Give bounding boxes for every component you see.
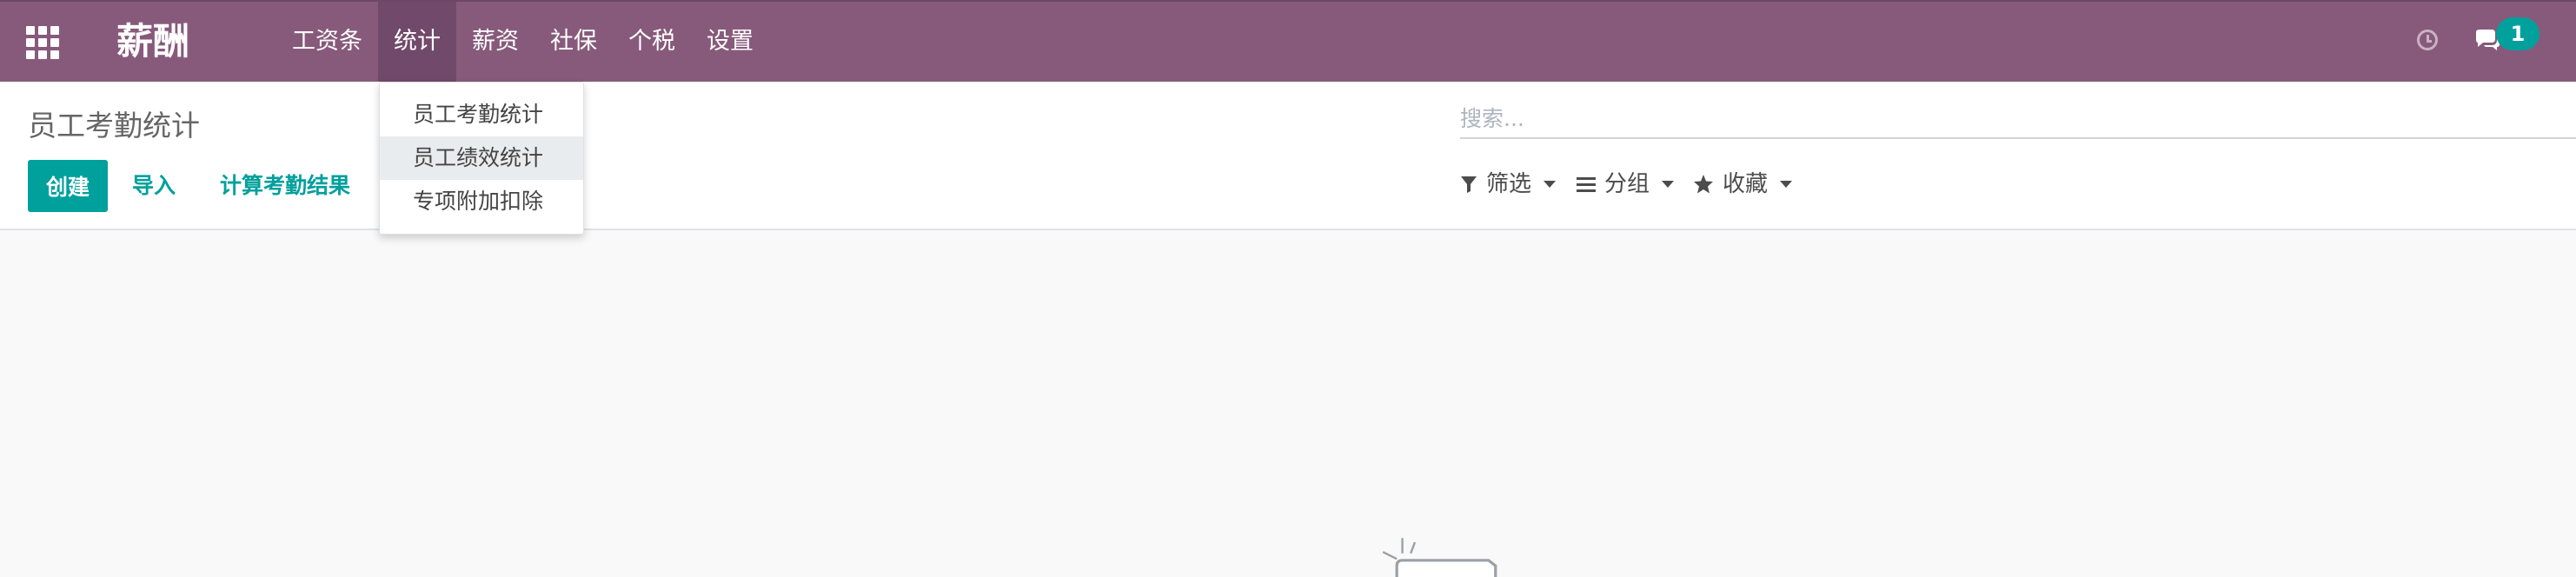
empty-folder-illustration: [1382, 538, 1497, 577]
menu-item-social-security[interactable]: 社保: [534, 2, 613, 82]
caret-down-icon: [1780, 181, 1793, 188]
main-menu: 工资条 统计 薪资 社保 个税 设置: [276, 2, 769, 82]
dropdown-item-attendance-stats[interactable]: 员工考勤统计: [380, 93, 583, 136]
menu-item-statistics[interactable]: 统计: [378, 2, 456, 82]
caret-down-icon: [1662, 181, 1675, 188]
import-button[interactable]: 导入: [132, 160, 176, 212]
dropdown-item-special-deductions[interactable]: 专项附加扣除: [380, 180, 583, 223]
top-navbar: 薪酬 工资条 统计 薪资 社保 个税 设置 1: [0, 0, 2576, 82]
message-count-badge[interactable]: 1: [2496, 17, 2539, 50]
favorites-label: 收藏: [1723, 171, 1769, 197]
filter-icon: [1461, 176, 1477, 193]
statistics-dropdown-menu: 员工考勤统计 员工绩效统计 专项附加扣除: [379, 82, 584, 235]
group-by-label: 分组: [1604, 171, 1650, 197]
group-by-dropdown-button[interactable]: 分组: [1577, 167, 1675, 202]
menu-item-income-tax[interactable]: 个税: [613, 2, 691, 82]
search-input[interactable]: [1460, 99, 2576, 139]
menu-item-settings[interactable]: 设置: [691, 2, 769, 82]
app-brand-title: 薪酬: [116, 20, 190, 63]
menu-item-payslip[interactable]: 工资条: [276, 2, 378, 82]
filter-dropdown-button[interactable]: 筛选: [1460, 167, 1557, 202]
caret-down-icon: [1544, 181, 1557, 188]
menu-item-salary[interactable]: 薪资: [456, 2, 534, 82]
apps-grid-icon[interactable]: [26, 26, 59, 59]
list-icon: [1577, 177, 1596, 192]
create-button[interactable]: 创建: [28, 160, 108, 212]
clock-icon[interactable]: [2417, 30, 2438, 50]
favorites-dropdown-button[interactable]: 收藏: [1693, 167, 1793, 202]
filter-label: 筛选: [1486, 171, 1532, 197]
main-content: [0, 230, 2576, 577]
compute-attendance-button[interactable]: 计算考勤结果: [220, 160, 350, 212]
breadcrumb: 员工考勤统计: [28, 109, 200, 143]
star-icon: [1694, 175, 1713, 194]
dropdown-item-performance-stats[interactable]: 员工绩效统计: [380, 136, 583, 180]
